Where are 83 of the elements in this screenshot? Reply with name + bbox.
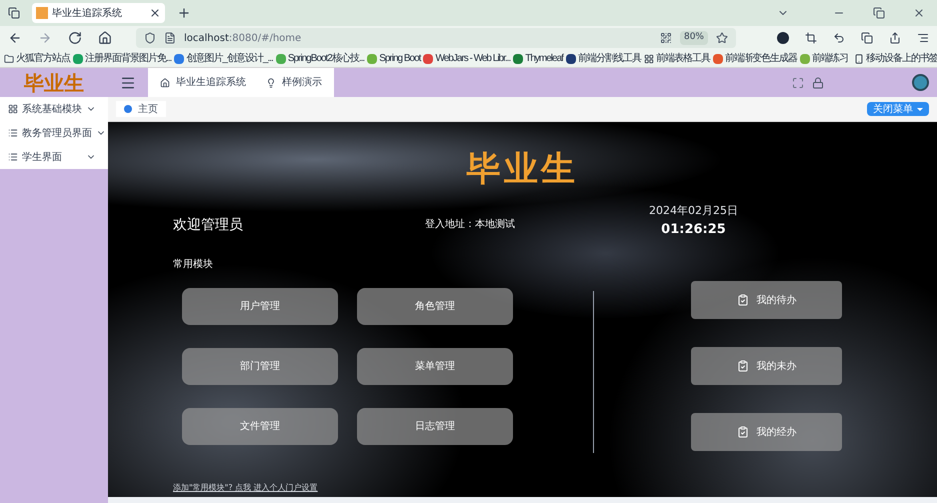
bookmark[interactable]: WebJars - Web Libr... [423,51,510,66]
portal-settings-link[interactable]: 添加"常用模块"? 点我 进入个人门户设置 [173,482,872,494]
bookmark[interactable]: 前端练习 [800,51,848,66]
lock-icon[interactable] [812,76,824,88]
module-button[interactable]: 用户管理 [182,288,338,325]
bookmark[interactable]: SpringBoot2核心技... [276,51,364,66]
tab-title: 毕业生追踪系统 [52,6,123,20]
window-icon[interactable] [861,32,873,44]
task-button[interactable]: 我的待办 [691,281,842,319]
welcome-text: 欢迎管理员 [173,216,244,235]
breadcrumb-tab[interactable]: 主页 [116,101,166,117]
bookmark[interactable]: 火狐官方站点 [4,51,70,66]
zoom-level[interactable]: 80% [680,31,708,45]
clipboard-check-icon [736,294,748,306]
qr-code-icon[interactable] [660,32,672,44]
task-button[interactable]: 我的经办 [691,413,842,451]
undo-icon[interactable] [833,32,845,44]
grid-icon [644,54,654,64]
close-icon[interactable] [913,7,925,19]
star-icon[interactable] [716,32,728,44]
account-icon[interactable] [777,32,789,44]
lightbulb-icon [266,78,276,88]
header-tab[interactable]: 毕业生追踪系统 [160,75,246,90]
module-icon [8,104,18,114]
clipboard-check-icon [736,426,748,438]
module-button[interactable]: 日志管理 [357,408,513,445]
site-icon [174,54,184,64]
site-icon [513,54,524,64]
bookmark[interactable]: 注册界面背景图片免... [73,51,172,66]
tab-list-icon[interactable] [8,7,20,19]
restore-icon[interactable] [873,7,885,19]
logo: 毕业生 [23,70,85,96]
caret-icon [917,108,923,110]
sidebar-item[interactable]: 系统基础模块 [0,97,108,121]
list-icon [8,152,18,162]
fullscreen-icon[interactable] [792,76,804,88]
login-address: 登入地址：本地测试 [425,218,515,232]
bookmark[interactable]: Thymeleaf [513,51,563,66]
sidebar-item[interactable]: 教务管理员界面 [0,121,108,145]
site-icon [566,54,576,64]
address-bar[interactable]: localhost:8080/#/home 80% [136,28,736,48]
folder-icon [4,54,14,64]
back-icon[interactable] [8,31,22,45]
reload-icon[interactable] [68,31,82,45]
site-icon [712,54,723,64]
avatar[interactable] [912,74,929,91]
site-icon [423,54,434,64]
bookmark[interactable]: Spring Boot [367,51,420,66]
close-icon[interactable] [149,7,161,19]
bookmark[interactable]: 前端渐变色生成器 [712,51,797,66]
bookmark[interactable]: 前端表格工具 [644,51,710,66]
shield-icon [144,32,156,44]
menu-icon[interactable] [917,32,929,44]
url-text: localhost:8080/#/home [184,32,302,46]
phone-icon [854,54,864,64]
section-label: 常用模块 [173,258,214,272]
module-button[interactable]: 菜单管理 [357,348,513,385]
home-icon[interactable] [98,31,112,45]
menu-icon[interactable] [120,74,136,90]
crop-icon[interactable] [805,32,817,44]
site-icon [367,54,378,64]
page-icon [164,32,176,44]
home-icon [160,78,170,88]
site-icon [276,54,286,64]
site-icon [800,54,810,64]
clipboard-check-icon [736,360,748,372]
bookmark[interactable]: 前端分割线工具 [566,51,641,66]
header-tab[interactable]: 样例演示 [266,75,322,90]
task-button[interactable]: 我的未办 [691,347,842,385]
list-icon [8,128,18,138]
bookmark[interactable]: 创意图片_创意设计_... [174,51,273,66]
module-button[interactable]: 文件管理 [182,408,338,445]
new-tab-icon[interactable] [177,6,191,20]
module-button[interactable]: 角色管理 [357,288,513,325]
share-icon[interactable] [889,32,901,44]
browser-tab[interactable]: 毕业生追踪系统 [32,3,165,23]
date-text: 2024年02月25日 [649,203,738,219]
site-icon [73,54,83,64]
sidebar-item[interactable]: 学生界面 [0,145,108,169]
hero-title: 毕业生 [466,148,579,191]
module-button[interactable]: 部门管理 [182,348,338,385]
site-icon [36,7,48,19]
time-text: 01:26:25 [661,220,726,238]
